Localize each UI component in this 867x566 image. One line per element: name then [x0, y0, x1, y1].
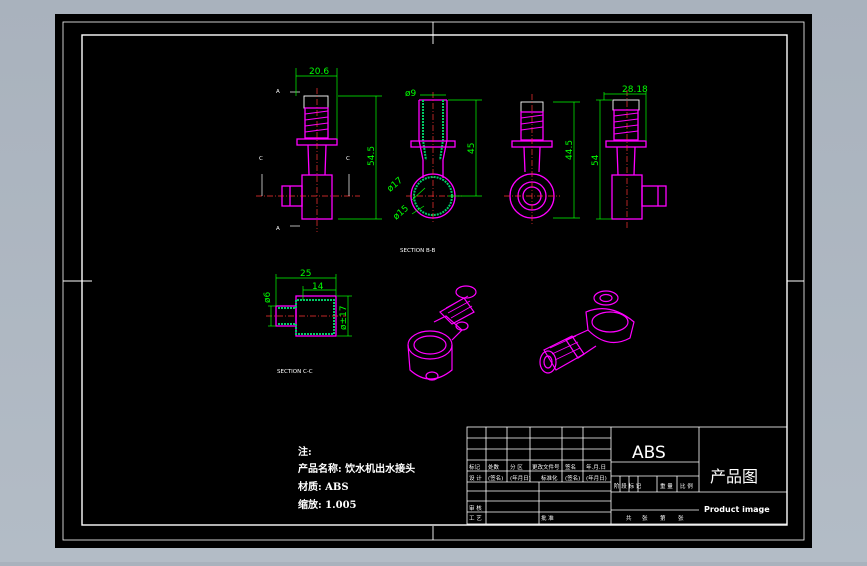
dim-side-height: 44.5: [565, 140, 575, 160]
svg-text:标记: 标记: [469, 463, 481, 471]
dim-sec2-length: 25: [300, 269, 311, 279]
title-block-title: 产品图: [710, 467, 758, 486]
drawing-sheet: [55, 14, 812, 548]
title-block-material: ABS: [632, 443, 666, 463]
svg-text:设 计: 设 计: [469, 474, 482, 482]
marker-c-right: C: [346, 156, 350, 162]
notes-heading: 注:: [298, 445, 312, 458]
dim-right-width: 28.18: [622, 85, 648, 95]
dim-front-width: 20.6: [309, 67, 329, 77]
label-section-cc: SECTION C-C: [277, 369, 313, 375]
svg-text:分 区: 分 区: [510, 463, 523, 471]
title-block-subtitle: Product image: [704, 505, 770, 514]
svg-text:第: 第: [660, 514, 666, 522]
notes-product-name: 产品名称: 饮水机出水接头: [298, 462, 415, 475]
svg-text:共: 共: [626, 514, 632, 522]
svg-text:(年月日): (年月日): [586, 474, 607, 482]
dim-right-height: 54: [591, 154, 601, 166]
svg-text:批 准: 批 准: [541, 514, 554, 522]
svg-text:重 量: 重 量: [660, 482, 673, 490]
svg-text:工 艺: 工 艺: [469, 515, 482, 522]
dim-section-length: 45: [467, 143, 477, 154]
marker-a-top: A: [276, 89, 280, 95]
svg-text:处数: 处数: [488, 463, 500, 471]
cad-viewport[interactable]: A A C C 20.6 54.5 ø9 45 ø17 ø15 SECTION …: [0, 0, 867, 562]
dim-front-height: 54.5: [367, 146, 377, 166]
svg-text:比 例: 比 例: [680, 482, 693, 490]
notes-material: 材质: ABS: [298, 480, 349, 493]
dim-sec2-small-dia: ø6: [263, 291, 273, 303]
marker-c-left: C: [259, 156, 263, 162]
svg-text:签名: 签名: [565, 463, 576, 471]
dim-sec2-inner-length: 14: [312, 282, 324, 292]
label-section-bb: SECTION B-B: [400, 248, 436, 254]
svg-text:张: 张: [642, 514, 648, 522]
svg-text:年.月.日: 年.月.日: [586, 463, 606, 471]
svg-text:更改文件号: 更改文件号: [532, 463, 560, 471]
svg-text:标准化: 标准化: [541, 474, 558, 482]
svg-text:审 核: 审 核: [469, 504, 482, 512]
notes-scale: 缩放: 1.005: [298, 498, 357, 511]
svg-text:(签名): (签名): [565, 474, 580, 482]
svg-text:张: 张: [678, 514, 684, 522]
svg-text:阶 段 标 记: 阶 段 标 记: [614, 482, 642, 490]
dim-sec2-big-dia: ø±17: [339, 306, 349, 331]
marker-a-bottom: A: [276, 226, 280, 232]
cad-drawing-canvas[interactable]: A A C C 20.6 54.5 ø9 45 ø17 ø15 SECTION …: [0, 0, 867, 562]
dim-bore-dia: ø9: [405, 89, 417, 99]
svg-text:(年月日): (年月日): [510, 474, 531, 482]
svg-text:(签名): (签名): [488, 474, 503, 482]
